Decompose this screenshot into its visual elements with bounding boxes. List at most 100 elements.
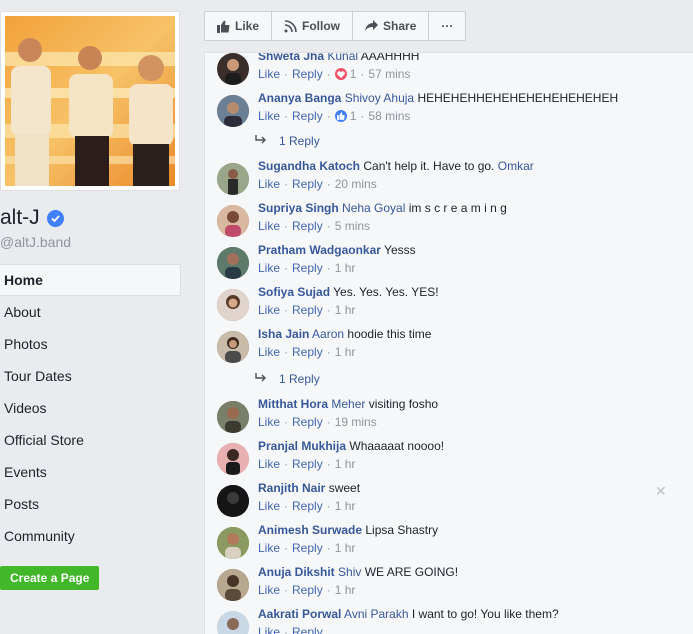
profile-picture-frame[interactable] (0, 11, 180, 191)
comment-author[interactable]: Aakrati Porwal (258, 607, 341, 621)
comment-reply-link[interactable]: Reply (292, 260, 323, 276)
comment-timestamp[interactable]: 1 hr (335, 456, 356, 472)
comment-timestamp[interactable]: 5 mins (335, 218, 370, 234)
avatar[interactable] (217, 53, 249, 85)
comment-reply-link[interactable]: Reply (292, 498, 323, 514)
comment-author[interactable]: Ananya Banga (258, 91, 341, 105)
left-sidebar: alt-J @altJ.band Home About Photos Tour … (0, 0, 192, 633)
comment-author[interactable]: Supriya Singh (258, 201, 339, 215)
comment-timestamp[interactable]: 1 hr (335, 582, 356, 598)
like-page-button[interactable]: Like (205, 12, 273, 40)
comment-like-link[interactable]: Like (258, 66, 280, 82)
comment-mention[interactable]: Shivoy Ahuja (345, 91, 414, 105)
comment-author[interactable]: Mitthat Hora (258, 397, 328, 411)
comment-timestamp[interactable]: 1 hr (335, 344, 356, 360)
view-replies-link[interactable]: 1 Reply (255, 372, 320, 386)
comment-reply-link[interactable]: Reply (292, 176, 323, 192)
comment-reply-link[interactable]: Reply (292, 344, 323, 360)
comment-timestamp[interactable]: 1 hr (335, 260, 356, 276)
nav-item-community[interactable]: Community (0, 520, 181, 552)
comment-like-link[interactable]: Like (258, 540, 280, 556)
comment-author[interactable]: Shweta Jha (258, 53, 324, 63)
page-name-text[interactable]: alt-J (0, 206, 40, 230)
view-replies-link[interactable]: 1 Reply (255, 134, 320, 148)
avatar[interactable] (217, 443, 249, 475)
avatar[interactable] (217, 289, 249, 321)
nav-item-about[interactable]: About (0, 296, 181, 328)
share-label: Share (383, 19, 417, 33)
comment-mention[interactable]: Avni Parakh (344, 607, 408, 621)
comment-like-link[interactable]: Like (258, 176, 280, 192)
comment-reply-link[interactable]: Reply (292, 540, 323, 556)
comment-like-link[interactable]: Like (258, 302, 280, 318)
comment-author[interactable]: Isha Jain (258, 327, 309, 341)
nav-item-home[interactable]: Home (0, 264, 181, 296)
comment-timestamp[interactable]: 20 mins (335, 176, 377, 192)
comment-item: Pratham Wadgaonkar Yesss Like · Reply · 1 … (217, 243, 677, 287)
comment-reply-link[interactable]: Reply (292, 582, 323, 598)
comment-item: Anuja Dikshit Shiv WE ARE GOING! Like · R… (217, 565, 677, 609)
avatar[interactable] (217, 163, 249, 195)
comment-like-link[interactable]: Like (258, 456, 280, 472)
avatar[interactable] (217, 247, 249, 279)
comment-mention[interactable]: Omkar (498, 159, 534, 173)
comment-reply-link[interactable]: Reply (292, 108, 323, 124)
nav-item-posts[interactable]: Posts (0, 488, 181, 520)
comment-like-link[interactable]: Like (258, 218, 280, 234)
comment-reply-link[interactable]: Reply (292, 414, 323, 430)
comment-like-link[interactable]: Like (258, 260, 280, 276)
reaction-count[interactable]: 1 (334, 66, 356, 82)
comment-reply-link[interactable]: Reply (292, 66, 323, 82)
comment-author[interactable]: Pratham Wadgaonkar (258, 243, 381, 257)
avatar[interactable] (217, 95, 249, 127)
comment-timestamp[interactable]: 58 mins (368, 108, 410, 124)
avatar[interactable] (217, 401, 249, 433)
comment-timestamp[interactable]: 1 hr (335, 498, 356, 514)
comment-mention[interactable]: Neha Goyal (342, 201, 405, 215)
comment-mention[interactable]: Shiv (338, 565, 361, 579)
comment-author[interactable]: Anuja Dikshit (258, 565, 335, 579)
avatar[interactable] (217, 331, 249, 363)
close-icon[interactable]: ✕ (655, 483, 667, 500)
comment-reply-link[interactable]: Reply (292, 456, 323, 472)
create-page-button[interactable]: Create a Page (0, 566, 100, 590)
avatar[interactable] (217, 611, 249, 634)
comment-like-link[interactable]: Like (258, 498, 280, 514)
comment-author[interactable]: Animesh Surwade (258, 523, 362, 537)
share-button[interactable]: Share (353, 12, 430, 40)
nav-item-photos[interactable]: Photos (0, 328, 181, 360)
avatar[interactable] (217, 205, 249, 237)
nav-item-official-store[interactable]: Official Store (0, 424, 181, 456)
page-name[interactable]: alt-J (0, 206, 64, 230)
comment-author[interactable]: Ranjith Nair (258, 481, 325, 495)
comment-reply-link[interactable]: Reply (292, 302, 323, 318)
comment-timestamp[interactable]: 1 hr (335, 302, 356, 318)
reply-arrow-icon (255, 134, 267, 148)
comment-reply-link[interactable]: Reply (292, 218, 323, 234)
comment-author[interactable]: Sofiya Sujad (258, 285, 330, 299)
comment-timestamp[interactable]: 1 hr (335, 540, 356, 556)
comment-mention[interactable]: Kunal (327, 53, 358, 63)
nav-item-events[interactable]: Events (0, 456, 181, 488)
more-options-button[interactable]: ··· (429, 12, 465, 40)
avatar[interactable] (217, 527, 249, 559)
profile-picture[interactable] (5, 16, 175, 186)
comment-like-link[interactable]: Like (258, 108, 280, 124)
comment-like-link[interactable]: Like (258, 582, 280, 598)
reaction-count[interactable]: 1 (334, 108, 356, 124)
comment-like-link[interactable]: Like (258, 344, 280, 360)
comment-author[interactable]: Pranjal Mukhija (258, 439, 346, 453)
page-handle[interactable]: @altJ.band (0, 234, 71, 250)
nav-item-tour-dates[interactable]: Tour Dates (0, 360, 181, 392)
follow-button[interactable]: Follow (272, 12, 354, 40)
comment-mention[interactable]: Aaron (312, 327, 344, 341)
comment-timestamp[interactable]: 19 mins (335, 414, 377, 430)
nav-item-videos[interactable]: Videos (0, 392, 181, 424)
comment-item: Mitthat Hora Meher visiting fosho Like · … (217, 397, 677, 441)
avatar[interactable] (217, 569, 249, 601)
avatar[interactable] (217, 485, 249, 517)
comment-like-link[interactable]: Like (258, 414, 280, 430)
comment-author[interactable]: Sugandha Katoch (258, 159, 360, 173)
comment-timestamp[interactable]: 57 mins (368, 66, 410, 82)
comment-mention[interactable]: Meher (331, 397, 365, 411)
